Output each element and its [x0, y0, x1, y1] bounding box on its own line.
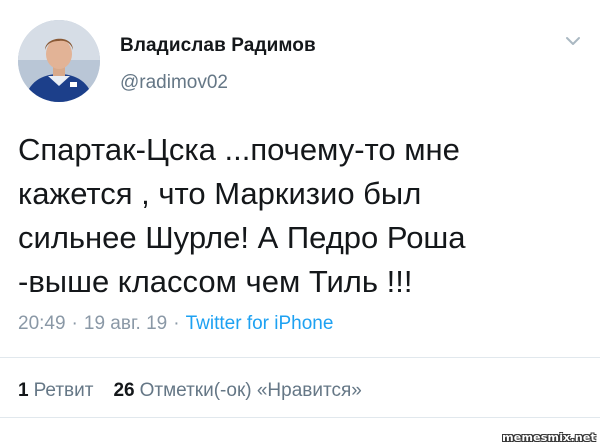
display-name[interactable]: Владислав Радимов	[120, 35, 316, 57]
likes-count: 26	[113, 380, 135, 401]
tweet-text-line: -выше классом чем Тиль !!!	[18, 264, 413, 299]
profile-photo-icon	[18, 20, 100, 102]
retweets-count: 1	[18, 380, 29, 401]
tweet-date[interactable]: 19 авг. 19	[84, 313, 167, 334]
divider	[0, 357, 600, 358]
retweets-stat[interactable]: 1 Ретвит	[18, 380, 93, 401]
retweets-label: Ретвит	[33, 380, 94, 401]
meta-separator: ·	[173, 313, 180, 334]
tweet-meta: 20:49 · 19 авг. 19 · Twitter for iPhone	[18, 313, 333, 335]
tweet-text-line: Спартак-Цска ...почему-то мне	[18, 132, 460, 167]
divider	[0, 417, 600, 418]
avatar[interactable]	[18, 20, 100, 102]
watermark: memesmix.net	[502, 431, 596, 444]
tweet-stats: 1 Ретвит 26 Отметки(-ок) «Нравится»	[18, 380, 362, 402]
tweet-source-link[interactable]: Twitter for iPhone	[186, 313, 334, 334]
likes-stat[interactable]: 26 Отметки(-ок) «Нравится»	[113, 380, 361, 401]
user-handle[interactable]: @radimov02	[120, 72, 228, 94]
chevron-down-icon[interactable]	[564, 34, 582, 48]
tweet-card: Владислав Радимов @radimov02 Спартак-Цск…	[0, 0, 600, 446]
likes-label: Отметки(-ок) «Нравится»	[139, 380, 362, 401]
tweet-text-line: сильнее Шурле! А Педро Роша	[18, 220, 466, 255]
tweet-text-line: кажется , что Маркизио был	[18, 176, 422, 211]
tweet-time[interactable]: 20:49	[18, 313, 66, 334]
tweet-text: Спартак-Цска ...почему-то мне кажется , …	[18, 128, 593, 304]
meta-separator: ·	[71, 313, 78, 334]
